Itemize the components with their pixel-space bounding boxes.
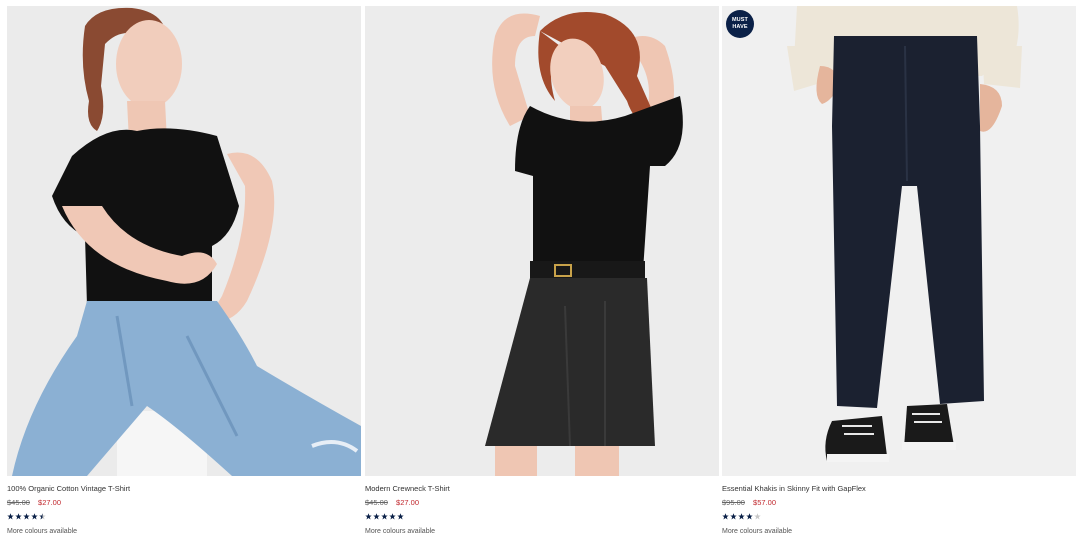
product-photo-woman-black-tee-blue-jeans [7, 6, 361, 476]
star-icon [365, 513, 372, 520]
price-row: $45.00 $27.00 [7, 498, 361, 507]
star-icon [389, 513, 396, 520]
sale-price: $27.00 [38, 498, 61, 507]
badge-line-1: MUST [732, 17, 748, 23]
sale-price: $27.00 [396, 498, 419, 507]
star-icon [397, 513, 404, 520]
product-card[interactable]: Modern Crewneck T-Shirt $45.00 $27.00 Mo… [365, 6, 719, 546]
sale-price: $57.00 [753, 498, 776, 507]
product-info: Modern Crewneck T-Shirt $45.00 $27.00 Mo… [365, 484, 719, 536]
product-photo-woman-black-tee-denim-skirt [365, 6, 719, 476]
star-icon [23, 513, 30, 520]
star-icon [381, 513, 388, 520]
product-image[interactable] [7, 6, 361, 476]
star-rating [7, 513, 361, 521]
product-photo-navy-skinny-khakis [722, 6, 1076, 476]
product-name[interactable]: 100% Organic Cotton Vintage T-Shirt [7, 484, 361, 493]
star-rating [722, 513, 1076, 521]
price-row: $45.00 $27.00 [365, 498, 719, 507]
product-card[interactable]: 100% Organic Cotton Vintage T-Shirt $45.… [7, 6, 361, 546]
star-icon [31, 513, 38, 520]
star-icon [722, 513, 729, 520]
star-icon [373, 513, 380, 520]
price-row: $95.00 $57.00 [722, 498, 1076, 507]
original-price: $45.00 [7, 498, 30, 507]
must-have-badge: MUST HAVE [726, 10, 754, 38]
star-rating [365, 513, 719, 521]
badge-line-2: HAVE [732, 24, 748, 30]
star-icon [39, 513, 46, 520]
star-icon [754, 513, 761, 520]
original-price: $45.00 [365, 498, 388, 507]
product-grid: 100% Organic Cotton Vintage T-Shirt $45.… [7, 6, 1076, 546]
star-icon [746, 513, 753, 520]
product-image[interactable] [365, 6, 719, 476]
star-icon [15, 513, 22, 520]
product-name[interactable]: Essential Khakis in Skinny Fit with GapF… [722, 484, 1076, 493]
product-info: 100% Organic Cotton Vintage T-Shirt $45.… [7, 484, 361, 536]
star-icon [730, 513, 737, 520]
more-colours-link[interactable]: More colours available [7, 527, 361, 536]
original-price: $95.00 [722, 498, 745, 507]
product-image[interactable]: MUST HAVE [722, 6, 1076, 476]
star-icon [7, 513, 14, 520]
more-colours-link[interactable]: More colours available [722, 527, 1076, 536]
product-info: Essential Khakis in Skinny Fit with GapF… [722, 484, 1076, 536]
product-name[interactable]: Modern Crewneck T-Shirt [365, 484, 719, 493]
product-card[interactable]: MUST HAVE Essential Khakis in Skinny Fit… [722, 6, 1076, 546]
more-colours-link[interactable]: More colours available [365, 527, 719, 536]
star-icon [738, 513, 745, 520]
